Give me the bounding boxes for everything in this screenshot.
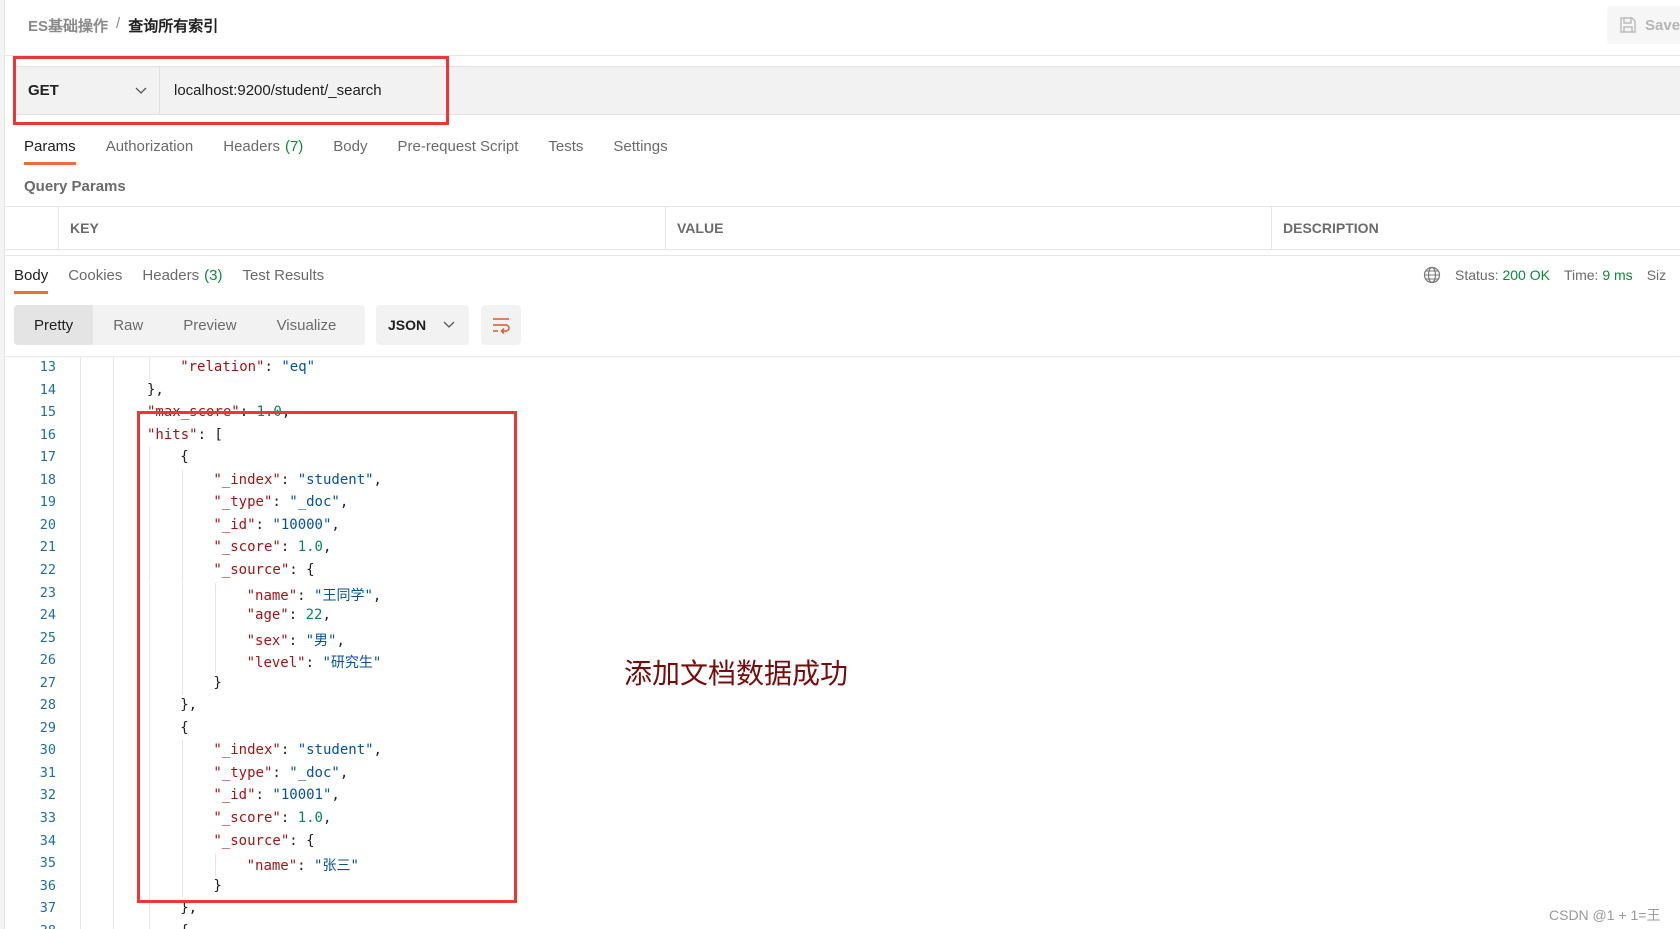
time-value[interactable]: 9 ms — [1602, 267, 1632, 283]
json-punct: }, — [147, 381, 164, 398]
line-number: 19 — [39, 494, 56, 511]
line-number: 22 — [39, 561, 56, 578]
line-number: 26 — [39, 652, 56, 669]
indent-guide — [113, 357, 114, 929]
breadcrumb-separator: / — [116, 15, 121, 32]
view-pretty[interactable]: Pretty — [14, 305, 94, 345]
column-key: KEY — [59, 207, 666, 249]
format-select[interactable]: JSON — [376, 305, 469, 345]
time-field: Time: 9 ms — [1563, 267, 1633, 283]
line-number: 13 — [39, 359, 56, 375]
line-number: 30 — [39, 742, 56, 759]
json-punct: : — [264, 359, 282, 375]
format-value: JSON — [388, 317, 427, 333]
save-label: Save — [1645, 16, 1680, 34]
line-number: 27 — [39, 674, 56, 691]
view-visualize[interactable]: Visualize — [257, 305, 357, 345]
request-tab-headers[interactable]: Headers (7) — [223, 138, 303, 165]
tab-label: Settings — [613, 138, 668, 155]
line-number: 33 — [39, 810, 56, 826]
column-description: DESCRIPTION — [1283, 220, 1379, 236]
tab-label: Headers — [223, 138, 280, 155]
watermark: CSDN @1 + 1=王 — [1549, 907, 1661, 923]
response-tab-headers[interactable]: Headers (3) — [142, 267, 222, 294]
indent-guide — [149, 357, 150, 380]
line-number: 17 — [39, 449, 56, 466]
tab-label: Headers — [142, 267, 200, 284]
params-table-header: KEY VALUE DESCRIPTION — [5, 206, 1680, 250]
request-tab-params[interactable]: Params — [24, 138, 76, 165]
line-number: 23 — [39, 584, 56, 601]
size-field[interactable]: Siz — [1647, 267, 1666, 283]
line-number: 18 — [39, 471, 56, 488]
line-number: 32 — [39, 787, 56, 804]
response-tab-test-results[interactable]: Test Results — [242, 267, 324, 294]
view-mode-selector: Pretty Raw Preview Visualize — [14, 305, 365, 345]
json-punct: { — [180, 923, 188, 929]
view-preview[interactable]: Preview — [163, 305, 256, 345]
indent-guide — [80, 357, 81, 929]
save-button[interactable]: Save — [1607, 6, 1680, 44]
highlight-box-hits — [137, 411, 517, 903]
breadcrumb: ES基础操作 / 查询所有索引 — [28, 15, 218, 36]
divider — [5, 255, 1680, 256]
line-number: 24 — [39, 607, 56, 624]
code-line: "relation": "eq" — [180, 359, 315, 375]
request-tab-tests[interactable]: Tests — [548, 138, 583, 165]
line-number: 21 — [39, 539, 56, 556]
line-number: 34 — [39, 832, 56, 849]
tab-count: (7) — [284, 138, 304, 155]
line-number: 20 — [39, 516, 56, 533]
tab-count: (3) — [204, 267, 223, 284]
request-tabs: Params Authorization Headers (7) Body Pre-req… — [24, 138, 668, 165]
wrap-lines-button[interactable] — [481, 305, 521, 345]
highlight-box-url — [13, 56, 449, 125]
line-number: 25 — [39, 629, 56, 646]
request-tab-settings[interactable]: Settings — [613, 138, 667, 165]
globe-icon[interactable] — [1423, 266, 1441, 284]
status-field: Status: 200 OK — [1455, 267, 1550, 283]
line-number: 28 — [39, 697, 56, 714]
json-key: "relation" — [180, 359, 265, 375]
column-value: VALUE — [666, 207, 1272, 249]
response-tab-body[interactable]: Body — [14, 267, 49, 294]
tab-label: Body — [333, 138, 368, 155]
query-params-title: Query Params — [24, 178, 126, 195]
line-number: 38 — [5, 923, 56, 929]
tab-label: Cookies — [68, 267, 123, 284]
line-number: 35 — [39, 855, 56, 872]
tab-label: Tests — [548, 138, 584, 155]
line-number: 16 — [39, 426, 56, 443]
tab-label: Authorization — [105, 138, 194, 155]
request-tab-authorization[interactable]: Authorization — [106, 138, 194, 165]
line-number: 36 — [39, 877, 56, 894]
line-number: 31 — [39, 764, 56, 781]
tab-label: Pre-request Script — [397, 138, 519, 155]
response-tabs: Body Cookies Headers (3) Test Results — [14, 267, 324, 294]
request-tab-body[interactable]: Body — [333, 138, 367, 165]
indent-guide — [149, 920, 150, 929]
response-tab-cookies[interactable]: Cookies — [68, 267, 122, 294]
view-raw[interactable]: Raw — [93, 305, 163, 345]
status-value[interactable]: 200 OK — [1502, 267, 1549, 283]
breadcrumb-current: 查询所有索引 — [128, 18, 219, 35]
code-line: }, — [147, 382, 164, 398]
request-tab-pre-request-script[interactable]: Pre-request Script — [398, 138, 519, 165]
line-number: 14 — [39, 381, 56, 398]
tab-label: Test Results — [242, 267, 325, 284]
chevron-down-icon — [443, 321, 455, 328]
json-string: "eq" — [281, 359, 316, 375]
line-number: 29 — [39, 719, 56, 736]
breadcrumb-parent[interactable]: ES基础操作 — [28, 15, 108, 36]
tab-label: Params — [24, 138, 76, 155]
tab-label: Body — [14, 267, 49, 284]
code-line: { — [180, 923, 188, 929]
line-number: 15 — [39, 404, 56, 421]
response-status: Status: 200 OK Time: 9 ms Siz — [1423, 266, 1666, 284]
save-icon — [1620, 17, 1636, 33]
line-number: 37 — [39, 900, 56, 917]
wrap-icon — [493, 318, 510, 334]
annotation-text: 添加文档数据成功 — [624, 658, 849, 689]
